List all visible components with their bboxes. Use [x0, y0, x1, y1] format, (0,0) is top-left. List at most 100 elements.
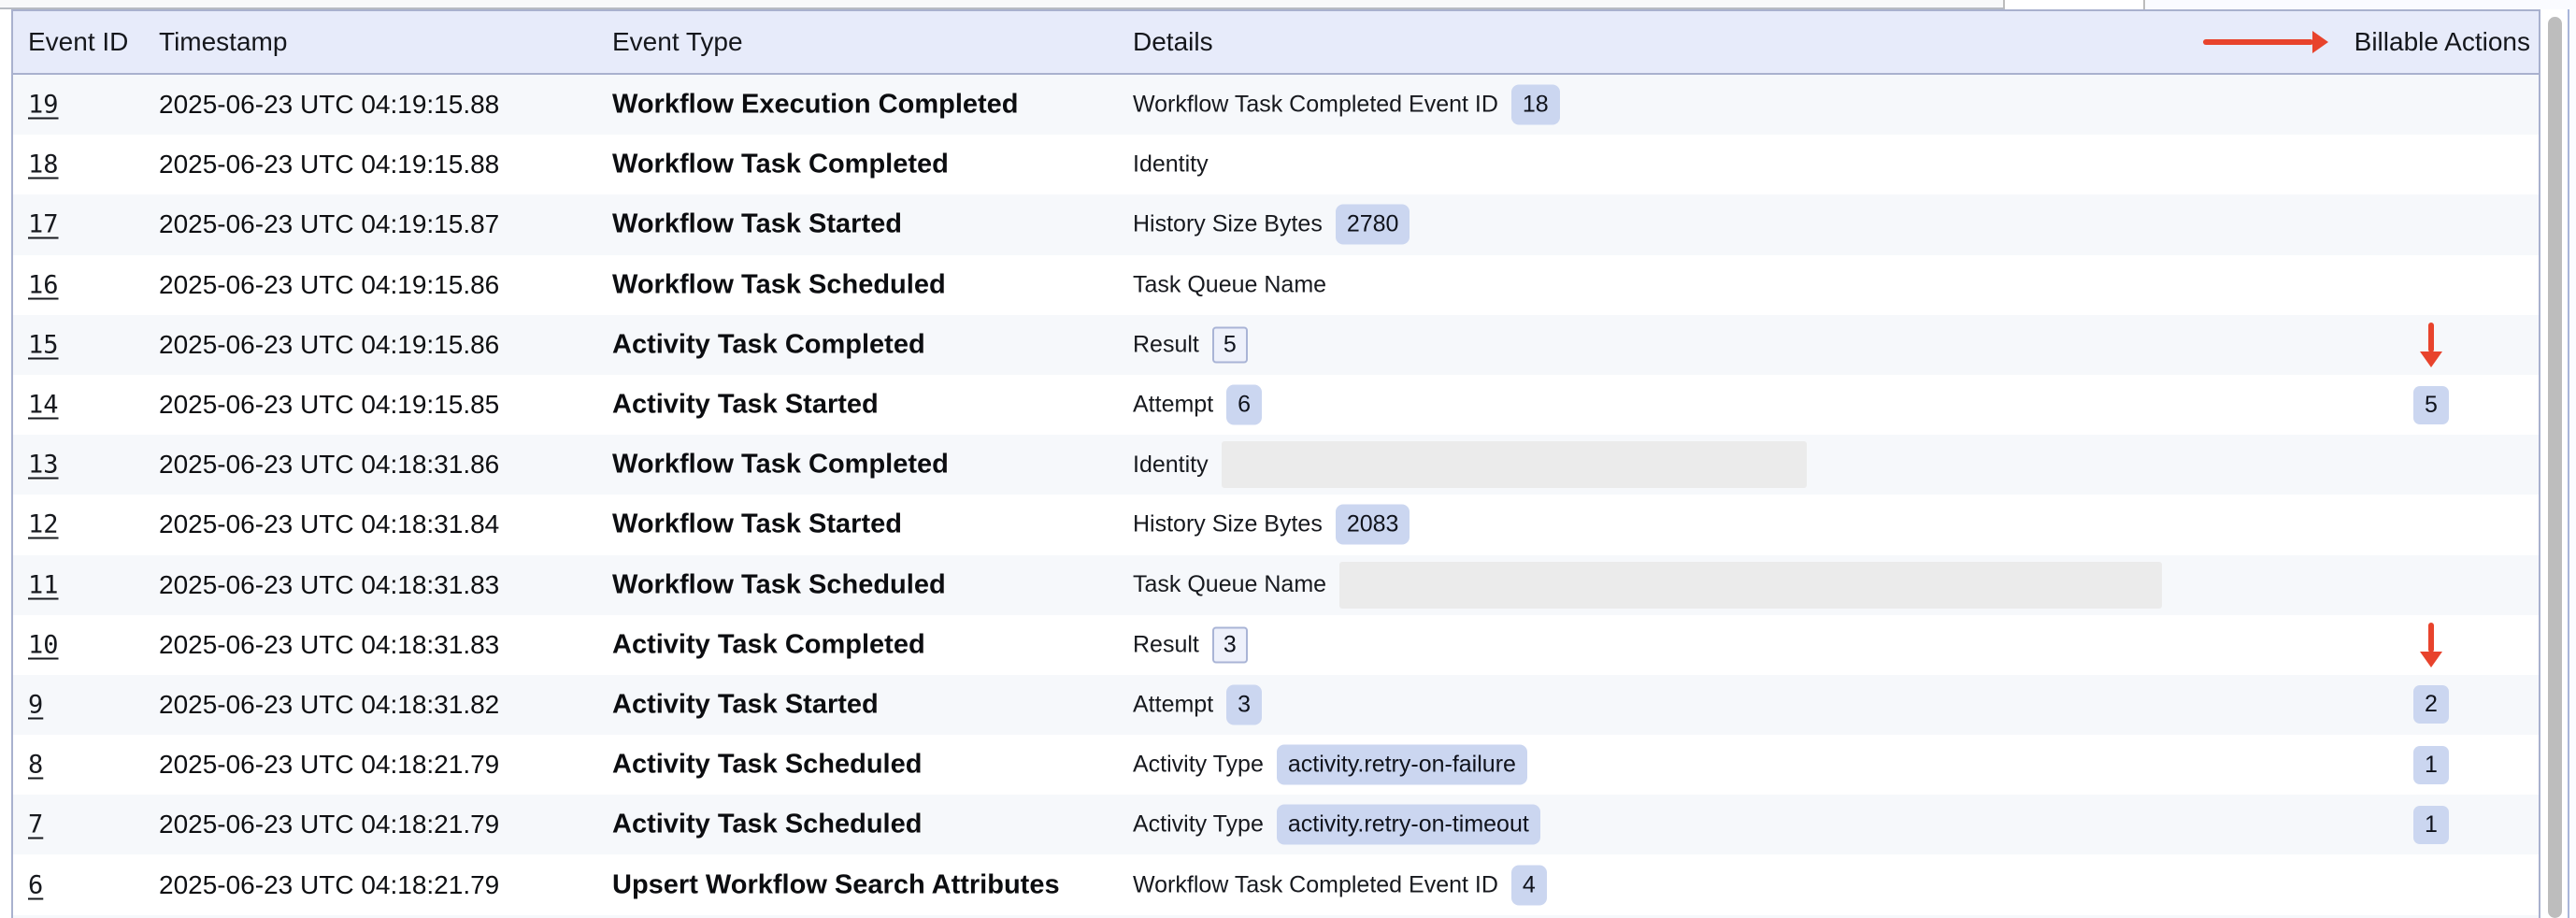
side-panel-sliver — [2569, 9, 2576, 918]
event-timestamp: 2025-06-23 UTC 04:18:21.79 — [159, 750, 499, 780]
billable-actions-cell: 2 — [2394, 675, 2469, 735]
red-arrow-down-icon — [2420, 323, 2442, 367]
detail-label: History Size Bytes — [1133, 511, 1323, 538]
event-timestamp: 2025-06-23 UTC 04:19:15.86 — [159, 330, 499, 360]
event-id-link[interactable]: 6 — [28, 870, 43, 899]
detail-value-badge: 4 — [1511, 865, 1547, 905]
event-timestamp: 2025-06-23 UTC 04:18:21.79 — [159, 810, 499, 839]
detail-label: Workflow Task Completed Event ID — [1133, 871, 1498, 898]
event-id-link[interactable]: 10 — [28, 630, 59, 659]
event-details: Result 3 — [1133, 626, 1248, 663]
event-type: Workflow Execution Completed — [612, 90, 1019, 121]
event-type: Workflow Task Scheduled — [612, 269, 946, 300]
vertical-scrollbar[interactable] — [2548, 17, 2562, 918]
event-details: Task Queue Name — [1133, 562, 2162, 609]
detail-label: Activity Type — [1133, 752, 1264, 779]
event-type: Activity Task Scheduled — [612, 810, 922, 840]
detail-label: Attempt — [1133, 392, 1213, 419]
detail-value-badge: 2780 — [1336, 205, 1410, 245]
event-details: History Size Bytes 2780 — [1133, 205, 1410, 245]
table-body: 19 2025-06-23 UTC 04:19:15.88 Workflow E… — [13, 75, 2539, 918]
detail-value-badge: 6 — [1226, 385, 1262, 425]
event-id-link[interactable]: 17 — [28, 210, 59, 239]
event-id-link[interactable]: 18 — [28, 151, 59, 179]
billable-actions-cell: 5 — [2394, 375, 2469, 435]
column-header-event-id[interactable]: Event ID — [28, 11, 128, 73]
event-timestamp: 2025-06-23 UTC 04:19:15.85 — [159, 390, 499, 420]
column-header-details: Details — [1133, 11, 1213, 73]
event-id-link[interactable]: 7 — [28, 810, 43, 839]
redacted-value-block — [1339, 562, 2162, 609]
event-type: Activity Task Completed — [612, 629, 925, 660]
detail-label: Activity Type — [1133, 811, 1264, 839]
top-strip — [0, 0, 2576, 9]
event-id-link[interactable]: 8 — [28, 751, 43, 780]
event-details: Identity — [1133, 151, 1209, 179]
billable-actions-cell: 1 — [2394, 735, 2469, 795]
event-timestamp: 2025-06-23 UTC 04:18:31.86 — [159, 450, 499, 480]
event-details: Attempt 6 — [1133, 385, 1262, 425]
redacted-value-block — [1222, 441, 1807, 488]
billable-actions-cell — [2394, 194, 2469, 254]
detail-value-badge: 3 — [1212, 626, 1248, 663]
billable-actions-badge: 1 — [2413, 806, 2449, 844]
toolbar-edge-segment — [2005, 0, 2145, 9]
event-details: Task Queue Name — [1133, 271, 1326, 298]
table-row: 15 2025-06-23 UTC 04:19:15.86 Activity T… — [13, 315, 2539, 375]
event-details: Attempt 3 — [1133, 684, 1262, 724]
table-row: 13 2025-06-23 UTC 04:18:31.86 Workflow T… — [13, 435, 2539, 495]
event-details: Workflow Task Completed Event ID 4 — [1133, 865, 1547, 905]
event-timestamp: 2025-06-23 UTC 04:18:31.82 — [159, 690, 499, 720]
billable-actions-cell — [2394, 135, 2469, 194]
table-row: 9 2025-06-23 UTC 04:18:31.82 Activity Ta… — [13, 675, 2539, 735]
event-timestamp: 2025-06-23 UTC 04:18:21.79 — [159, 870, 499, 900]
event-timestamp: 2025-06-23 UTC 04:19:15.86 — [159, 270, 499, 300]
detail-label: Result — [1133, 631, 1199, 658]
event-type: Workflow Task Started — [612, 509, 902, 540]
detail-value-badge: activity.retry-on-timeout — [1277, 805, 1540, 845]
event-id-link[interactable]: 9 — [28, 690, 43, 719]
event-type: Activity Task Started — [612, 390, 879, 421]
event-timestamp: 2025-06-23 UTC 04:18:31.84 — [159, 509, 499, 539]
column-header-billable-actions: Billable Actions — [2203, 11, 2530, 73]
event-type: Activity Task Scheduled — [612, 750, 922, 781]
detail-label: History Size Bytes — [1133, 211, 1323, 238]
event-timestamp: 2025-06-23 UTC 04:18:31.83 — [159, 630, 499, 660]
event-type: Activity Task Completed — [612, 329, 925, 360]
event-type: Upsert Workflow Search Attributes — [612, 869, 1060, 900]
event-id-link[interactable]: 13 — [28, 451, 59, 480]
table-row: 8 2025-06-23 UTC 04:18:21.79 Activity Ta… — [13, 735, 2539, 795]
billable-actions-badge: 2 — [2413, 685, 2449, 724]
event-details: History Size Bytes 2083 — [1133, 505, 1410, 545]
billable-actions-label: Billable Actions — [2354, 11, 2530, 73]
toolbar-edge-segment — [2145, 0, 2576, 9]
table-row: 19 2025-06-23 UTC 04:19:15.88 Workflow E… — [13, 75, 2539, 135]
event-id-link[interactable]: 15 — [28, 330, 59, 359]
billable-actions-badge: 1 — [2413, 746, 2449, 784]
event-id-link[interactable]: 16 — [28, 270, 59, 299]
table-row: 7 2025-06-23 UTC 04:18:21.79 Activity Ta… — [13, 795, 2539, 854]
table-row: 6 2025-06-23 UTC 04:18:21.79 Upsert Work… — [13, 854, 2539, 914]
partial-next-row — [13, 915, 2539, 918]
table-row: 12 2025-06-23 UTC 04:18:31.84 Workflow T… — [13, 495, 2539, 554]
event-id-link[interactable]: 19 — [28, 91, 59, 120]
red-arrow-right-icon — [2203, 31, 2328, 53]
billable-actions-cell: 1 — [2394, 795, 2469, 854]
detail-label: Identity — [1133, 452, 1209, 479]
event-type: Workflow Task Completed — [612, 450, 949, 481]
column-header-event-type[interactable]: Event Type — [612, 11, 743, 73]
detail-label: Task Queue Name — [1133, 571, 1326, 598]
detail-value-badge: 3 — [1226, 684, 1262, 724]
event-id-link[interactable]: 14 — [28, 391, 59, 420]
event-type: Workflow Task Started — [612, 209, 902, 240]
event-details: Activity Type activity.retry-on-timeout — [1133, 805, 1540, 845]
billable-actions-cell — [2394, 555, 2469, 615]
column-header-timestamp[interactable]: Timestamp — [159, 11, 287, 73]
event-details: Identity — [1133, 441, 1807, 488]
table-header-row: Event ID Timestamp Event Type Details Bi… — [13, 11, 2539, 75]
event-id-link[interactable]: 11 — [28, 570, 59, 599]
event-id-link[interactable]: 12 — [28, 510, 59, 539]
table-row: 10 2025-06-23 UTC 04:18:31.83 Activity T… — [13, 615, 2539, 675]
table-row: 17 2025-06-23 UTC 04:19:15.87 Workflow T… — [13, 194, 2539, 254]
event-type: Workflow Task Scheduled — [612, 569, 946, 600]
